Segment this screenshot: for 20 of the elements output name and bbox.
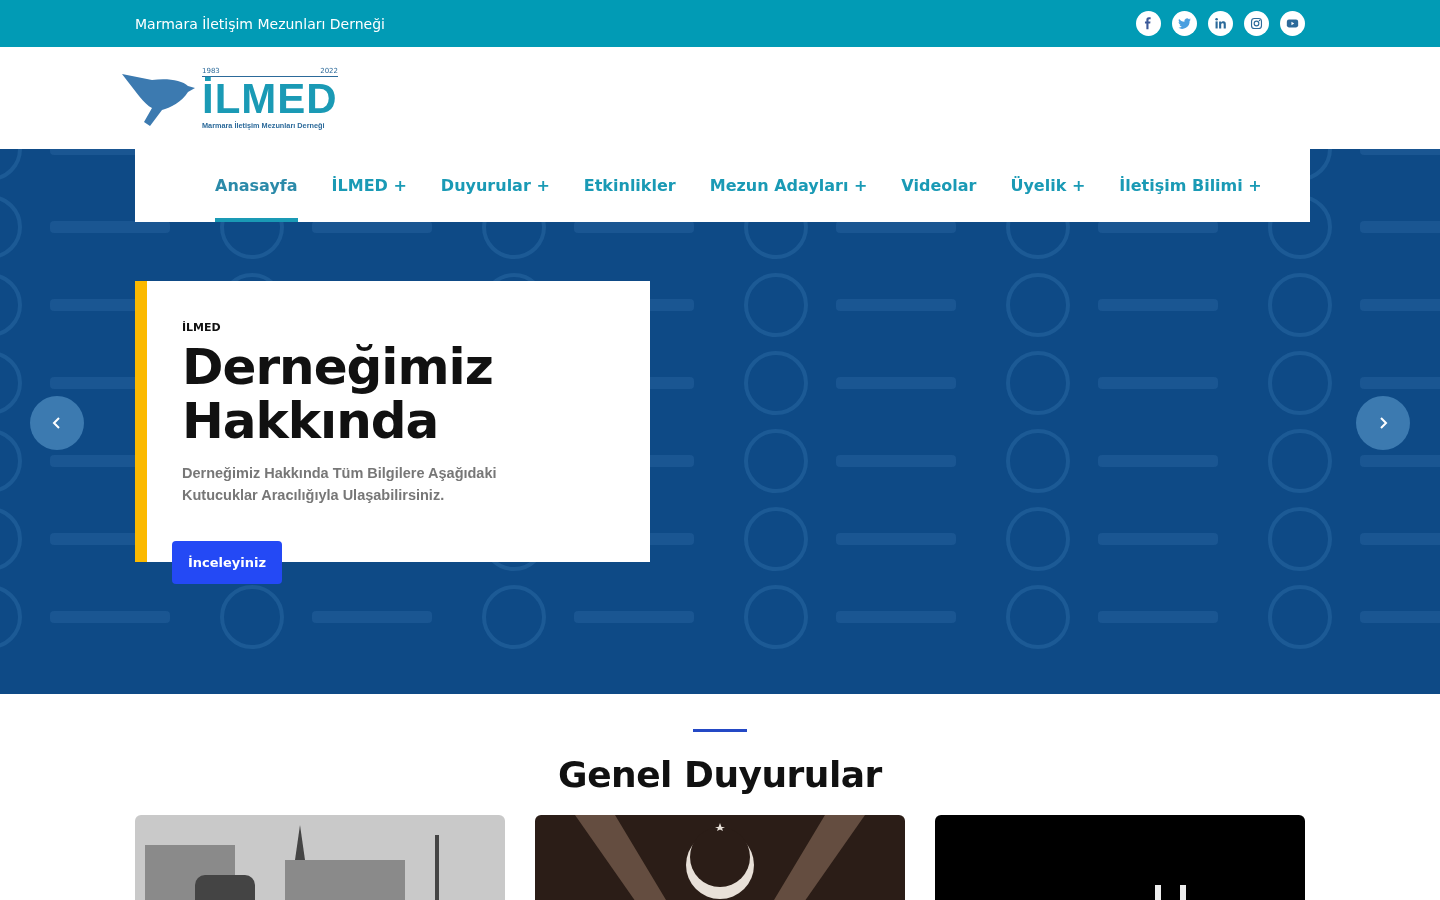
youtube-icon[interactable] [1280, 11, 1305, 36]
slide-text: Derneğimiz Hakkında Tüm Bilgilere Aşağıdaki Kutucuklar Aracılığıyla Ulaşabilirsiniz. [182, 464, 498, 505]
nav-tab[interactable]: İletişim Bilimi + [1119, 149, 1262, 222]
site-title: Marmara İletişim Mezunları Derneği [135, 15, 385, 32]
nav-tab[interactable]: Etkinlikler [583, 149, 676, 222]
facebook-icon[interactable] [1136, 11, 1161, 36]
slide-kicker: İLMED [182, 321, 222, 334]
nav-tab[interactable]: Mezun Adayları + [709, 149, 868, 222]
nav-tab[interactable]: Videolar [901, 149, 977, 222]
nav-tab[interactable]: İLMED + [331, 149, 407, 222]
section-title: Genel Duyurular [558, 754, 882, 795]
nav-tab[interactable]: Üyelik + [1010, 149, 1086, 222]
linkedin-icon[interactable] [1208, 11, 1233, 36]
instagram-icon[interactable] [1244, 11, 1269, 36]
slide-title: Derneğimiz Hakkında [182, 340, 494, 448]
review-button[interactable]: İnceleyiniz [172, 541, 282, 584]
nav-tab[interactable]: Duyurular + [440, 149, 550, 222]
nav-tab[interactable]: Anasayfa [215, 149, 298, 222]
twitter-icon[interactable] [1172, 11, 1197, 36]
logo-name: İLMED [202, 76, 338, 121]
